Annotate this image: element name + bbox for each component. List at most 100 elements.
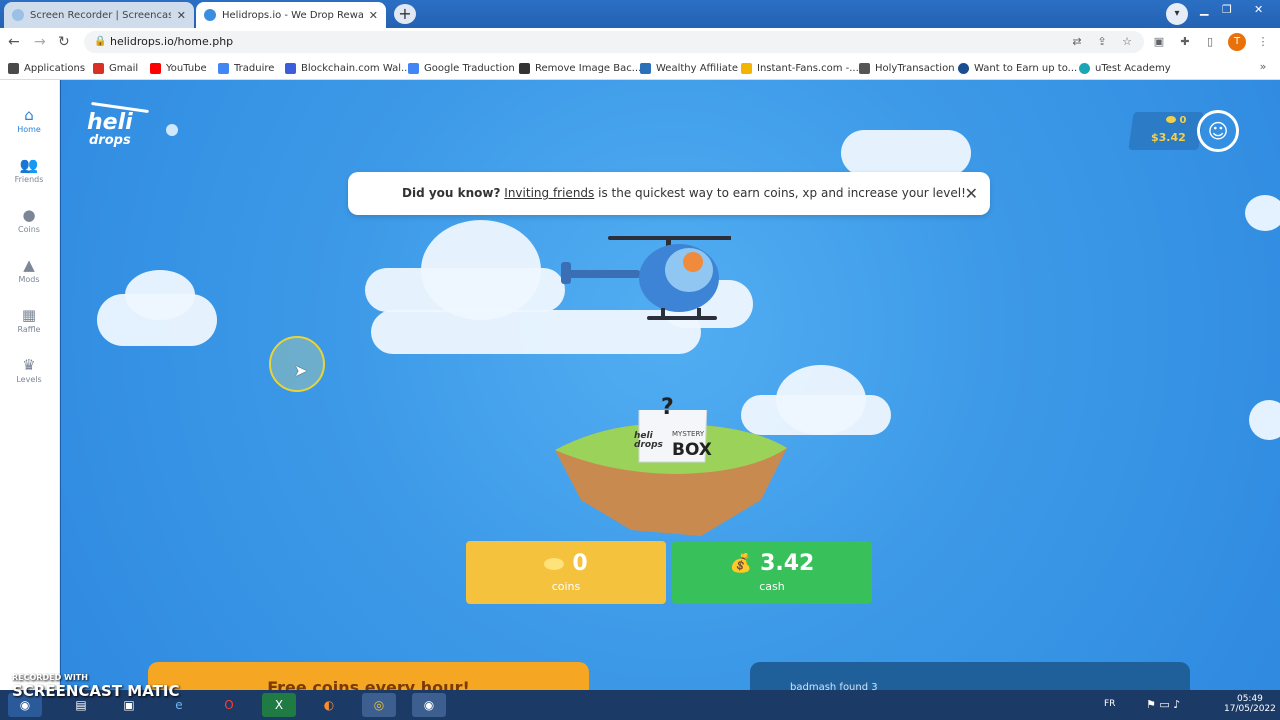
bookmark-utest[interactable]: uTest Academy xyxy=(1079,60,1171,76)
holytransaction-icon xyxy=(859,62,870,74)
opera-icon[interactable]: O xyxy=(212,693,246,717)
tip-text: is the quickest way to earn coins, xp an… xyxy=(594,186,966,200)
bookmark-label: Applications xyxy=(24,62,86,74)
sidebar-item-levels[interactable]: ♛ Levels xyxy=(0,356,58,384)
new-tab-button[interactable]: + xyxy=(394,4,416,24)
puzzle-icon[interactable]: ✚ xyxy=(1178,35,1192,49)
sidebar-item-label: Coins xyxy=(18,225,40,234)
watermark-small: RECORDED WITH xyxy=(12,673,88,682)
logo-line2: drops xyxy=(89,133,131,148)
coins-stat-card[interactable]: 0 coins xyxy=(466,541,666,604)
user-menu-button[interactable]: ☺ xyxy=(1197,110,1239,152)
bookmark-remove-bg[interactable]: Remove Image Bac... xyxy=(519,60,641,76)
coins-label: coins xyxy=(551,580,581,593)
bookmark-label: Wealthy Affiliate xyxy=(656,62,738,74)
profile-avatar[interactable]: T xyxy=(1228,33,1246,51)
home-icon: ⌂ xyxy=(24,106,34,124)
forward-icon[interactable]: → xyxy=(34,34,46,50)
bookmark-label: Remove Image Bac... xyxy=(535,62,642,74)
bookmark-label: Traduire xyxy=(234,62,275,74)
sidebar-item-friends[interactable]: 👥 Friends xyxy=(0,156,58,184)
back-icon[interactable]: ← xyxy=(8,34,20,50)
instantfans-icon xyxy=(741,62,752,74)
extension-icon[interactable]: ▣ xyxy=(1152,35,1166,49)
sidebar-item-raffle[interactable]: ▦ Raffle xyxy=(0,306,58,334)
chrome-icon[interactable]: ◎ xyxy=(362,693,396,717)
invite-friends-link[interactable]: Inviting friends xyxy=(504,186,594,200)
translate-icon xyxy=(218,62,229,74)
screencast-icon[interactable]: ◉ xyxy=(412,693,446,717)
share-icon[interactable]: ⇪ xyxy=(1095,35,1109,49)
mouse-cursor-icon: ➤ xyxy=(294,361,308,380)
tab-title: Helidrops.io - We Drop Rewards! xyxy=(222,9,363,21)
bookmark-google-traduction[interactable]: Google Traduction xyxy=(408,60,515,76)
sidebar: ⌂ Home 👥 Friends ● Coins ▲ Mods ▦ Raffle… xyxy=(0,80,60,690)
reload-icon[interactable]: ↻ xyxy=(58,34,70,50)
language-indicator[interactable]: FR xyxy=(1104,699,1115,709)
sidebar-item-mods[interactable]: ▲ Mods xyxy=(0,256,58,284)
translate-icon[interactable]: ⇄ xyxy=(1070,35,1084,49)
helicopter-illustration xyxy=(561,236,731,320)
minimize-icon[interactable]: ▁ xyxy=(1200,3,1208,23)
clock[interactable]: 05:49 17/05/2022 xyxy=(1224,694,1276,714)
tab-search-icon[interactable]: ▾ xyxy=(1166,3,1188,25)
bookmark-earn[interactable]: Want to Earn up to... xyxy=(958,60,1077,76)
logo-line1: heli xyxy=(87,110,133,135)
bookmark-label: Gmail xyxy=(109,62,139,74)
bookmark-traduire[interactable]: Traduire xyxy=(218,60,274,76)
tab-title: Screen Recorder | Screencast-O-M xyxy=(30,9,171,21)
bookmark-star-icon[interactable]: ☆ xyxy=(1120,35,1134,49)
drop-user-text: badmash found xyxy=(790,682,869,690)
balance-coins: 0 xyxy=(1166,115,1186,126)
firefox-icon[interactable]: ◐ xyxy=(312,693,346,717)
tray-icons[interactable]: ⚑ ▭ ♪ xyxy=(1146,698,1180,711)
close-icon[interactable]: ✕ xyxy=(965,172,978,215)
bookmark-instant-fans[interactable]: Instant-Fans.com -... xyxy=(741,60,859,76)
tab-screen-recorder[interactable]: Screen Recorder | Screencast-O-M ✕ xyxy=(4,2,194,28)
bookmark-label: Instant-Fans.com -... xyxy=(757,62,859,74)
excel-icon[interactable]: X xyxy=(262,693,296,717)
translate-icon xyxy=(408,62,419,74)
levels-icon: ♛ xyxy=(22,356,36,374)
cloud xyxy=(421,220,541,320)
helidrops-logo[interactable]: heli drops xyxy=(87,101,151,156)
friends-icon: 👥 xyxy=(19,156,39,174)
mystery-box[interactable] xyxy=(621,410,715,492)
kebab-menu-icon[interactable]: ⋮ xyxy=(1256,35,1270,49)
cash-stat-card[interactable]: 💰 3.42 cash xyxy=(672,541,872,604)
tab-helidrops[interactable]: Helidrops.io - We Drop Rewards! ✕ xyxy=(196,2,386,28)
cash-label: cash xyxy=(759,580,785,593)
sidebar-item-label: Levels xyxy=(16,375,42,384)
youtube-icon xyxy=(150,62,161,74)
coin-icon xyxy=(544,557,565,570)
sidebar-item-label: Friends xyxy=(14,175,44,184)
bookmark-holytransaction[interactable]: HolyTransaction xyxy=(859,60,955,76)
windows-taskbar: ◉ ▤ ▣ e O X ◐ ◎ ◉ FR ⚑ ▭ ♪ 05:49 17/05/2… xyxy=(0,690,1280,720)
close-tab-icon[interactable]: ✕ xyxy=(177,9,186,22)
sidebar-item-label: Home xyxy=(17,125,41,134)
bookmark-blockchain[interactable]: Blockchain.com Wal... xyxy=(285,60,411,76)
bookmark-gmail[interactable]: Gmail xyxy=(93,60,138,76)
bookmark-applications[interactable]: Applications xyxy=(8,60,85,76)
clock-time: 05:49 xyxy=(1236,694,1263,704)
bookmark-wealthy-affiliate[interactable]: Wealthy Affiliate xyxy=(640,60,738,76)
close-tab-icon[interactable]: ✕ xyxy=(369,9,378,22)
sidebar-item-label: Mods xyxy=(18,275,40,284)
user-avatar-icon: ☺ xyxy=(1207,119,1229,143)
cloud xyxy=(1245,195,1280,231)
free-coins-title: Free coins every hour! xyxy=(267,678,470,690)
gmail-icon xyxy=(93,62,104,74)
free-coins-card[interactable]: Free coins every hour! xyxy=(148,662,589,690)
helidrops-favicon-icon xyxy=(204,9,216,21)
sidepanel-icon[interactable]: ▯ xyxy=(1203,35,1217,49)
close-window-icon[interactable]: ✕ xyxy=(1254,3,1263,23)
address-bar[interactable]: 🔒 helidrops.io/home.php xyxy=(84,31,1144,53)
more-bookmarks-icon[interactable]: » xyxy=(1256,60,1270,74)
restore-icon[interactable]: ❐ xyxy=(1222,3,1232,23)
bookmark-label: Want to Earn up to... xyxy=(974,62,1078,74)
bookmark-youtube[interactable]: YouTube xyxy=(150,60,207,76)
coins-value: 0 xyxy=(572,551,588,576)
bubble xyxy=(166,124,178,136)
sidebar-item-coins[interactable]: ● Coins xyxy=(0,206,58,234)
sidebar-item-home[interactable]: ⌂ Home xyxy=(0,106,58,134)
